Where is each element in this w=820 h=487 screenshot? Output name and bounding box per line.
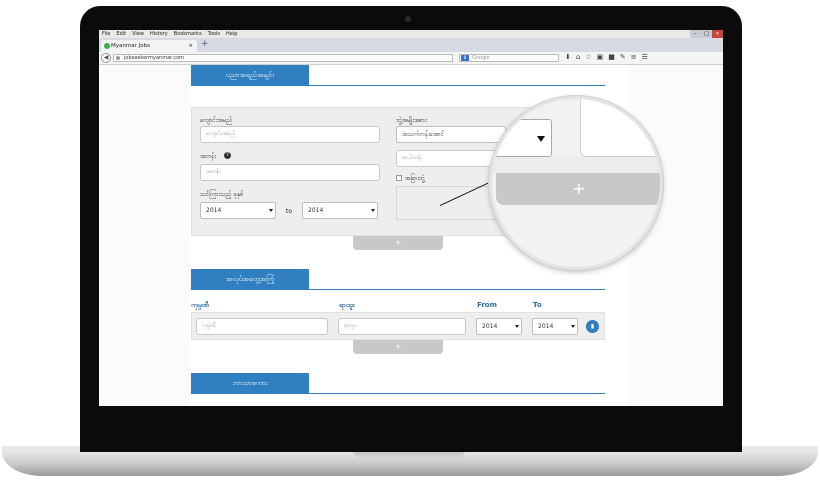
company-column-label: ကုမ္ပဏီ (191, 301, 209, 309)
new-tab-button[interactable]: + (201, 39, 209, 49)
home-icon[interactable]: ⌂ (576, 53, 580, 61)
position-column-label: ရာထူး (339, 301, 355, 309)
chevron-down-icon (269, 209, 273, 212)
date-label: သင်ကြားသည့် ခုနှစ် (200, 191, 244, 198)
magnified-select (492, 119, 552, 157)
menu-bookmarks[interactable]: Bookmarks (174, 30, 202, 38)
position-input[interactable]: ရာထူး (338, 318, 466, 335)
experience-rule (191, 289, 605, 290)
menu-bar: File Edit View History Bookmarks Tools H… (99, 30, 723, 38)
close-button[interactable]: × (712, 30, 723, 38)
back-arrow-icon[interactable]: ◀ (101, 53, 111, 63)
from-column-label: From (477, 301, 497, 309)
to-year-select[interactable]: 2014 (302, 202, 378, 219)
add-experience-button[interactable]: + (353, 340, 443, 354)
favicon-icon (104, 43, 110, 49)
chevron-down-icon (537, 136, 545, 142)
exp-from-year-select[interactable]: 2014 (476, 318, 522, 335)
experience-header: အလုပ်အတွေ့အကြုံ (191, 269, 309, 289)
list-icon[interactable]: ≡ (631, 53, 637, 61)
exp-to-year-value: 2014 (538, 323, 554, 330)
clipboard-icon[interactable]: ▣ (597, 53, 604, 61)
to-year-value: 2014 (308, 207, 324, 214)
exp-from-year-value: 2014 (482, 323, 498, 330)
globe-icon (116, 56, 120, 60)
pen-icon[interactable]: ✎ (620, 53, 626, 61)
nav-bar: ◀ jobseekermyanmar.com 8 Google ⬇ ⌂ ☆ ▣ … (99, 52, 723, 65)
url-bar[interactable]: jobseekermyanmar.com (113, 54, 453, 62)
to-column-label: To (533, 301, 542, 309)
major-label: အတန်း (200, 153, 216, 160)
menu-edit[interactable]: Edit (116, 30, 126, 38)
magnifier-callout: + (489, 96, 663, 270)
company-input[interactable]: ကုမ္ပဏီ (196, 318, 328, 335)
url-text: jobseekermyanmar.com (124, 55, 185, 61)
tab-myanmar-jobs[interactable]: Myanmar Jobs × (101, 40, 197, 52)
menu-tools[interactable]: Tools (208, 30, 220, 38)
magnified-textarea (580, 99, 660, 157)
tab-close-icon[interactable]: × (188, 40, 193, 52)
school-input[interactable]: ကျောင်းအမည် (200, 126, 380, 143)
language-header: ဘာသာစကား (191, 373, 309, 393)
toolbar-icons: ⬇ ⌂ ☆ ▣ ■ ✎ ≡ ☰ (565, 53, 648, 61)
experience-row: ကုမ္ပဏီ ရာထူး 2014 2014 ▮ (191, 312, 605, 340)
from-year-select[interactable]: 2014 (200, 202, 276, 219)
menu-file[interactable]: File (102, 30, 110, 38)
window-controls: – □ × (690, 30, 723, 38)
download-icon[interactable]: ⬇ (565, 53, 571, 61)
chevron-down-icon (515, 325, 519, 328)
major-input[interactable]: အတန်း (200, 164, 380, 181)
magnified-add-button: + (496, 173, 660, 205)
search-engine-icon: 8 (461, 55, 469, 61)
help-icon[interactable]: ? (224, 152, 231, 159)
degree-type-label: ဘွဲ့အမျိုးအစား (396, 117, 427, 124)
degree-type-select[interactable]: အသက်တန်းအောင် (396, 126, 506, 143)
magnified-panel (492, 157, 660, 173)
from-year-value: 2014 (206, 207, 222, 214)
education-rule (191, 85, 605, 86)
menu-view[interactable]: View (132, 30, 144, 38)
minimize-button[interactable]: – (690, 30, 701, 38)
search-bar[interactable]: 8 Google (459, 54, 559, 62)
major-detail-input[interactable]: ဆယ်တန်း (396, 150, 506, 167)
other-degree-label: အခြားဘွဲ့ (405, 175, 425, 182)
add-education-button[interactable]: + (353, 236, 443, 250)
trash-icon[interactable]: ▮ (586, 320, 599, 333)
extension-icon[interactable]: ■ (608, 53, 615, 61)
chevron-down-icon (371, 209, 375, 212)
other-degree-checkbox[interactable] (396, 175, 402, 181)
hamburger-menu-icon[interactable]: ☰ (642, 53, 648, 61)
menu-help[interactable]: Help (226, 30, 237, 38)
tab-bar: Myanmar Jobs × + – □ × (99, 30, 723, 52)
to-label: to (286, 208, 293, 215)
search-placeholder: Google (472, 55, 490, 61)
maximize-button[interactable]: □ (701, 30, 712, 38)
menu-history[interactable]: History (150, 30, 168, 38)
education-header: ပညာအရည်အချင်း (191, 65, 309, 85)
bookmark-star-icon[interactable]: ☆ (585, 53, 591, 61)
language-rule (191, 393, 605, 394)
degree-type-value: အသက်တန်းအောင် (402, 131, 444, 138)
camera-icon (405, 16, 411, 22)
school-label: ကျောင်းအမည် (200, 117, 233, 124)
tab-title: Myanmar Jobs (111, 43, 150, 49)
exp-to-year-select[interactable]: 2014 (532, 318, 578, 335)
chevron-down-icon (571, 325, 575, 328)
